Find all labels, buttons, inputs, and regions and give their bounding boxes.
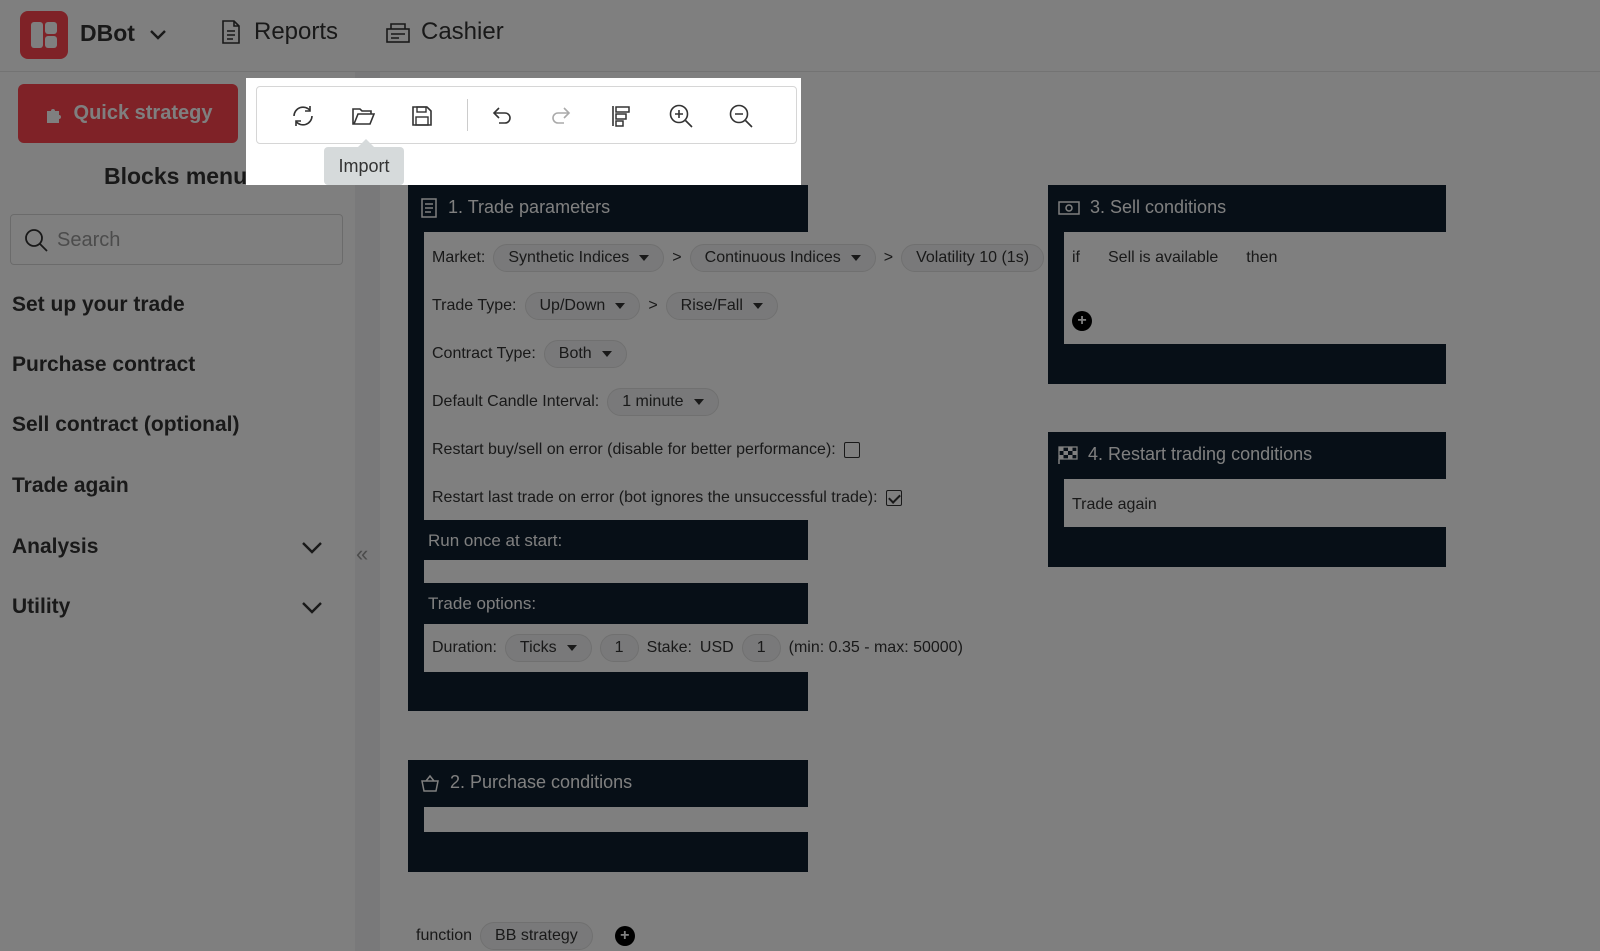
reset-icon[interactable] <box>288 101 318 131</box>
workspace-toolbar <box>256 86 797 144</box>
zoom-in-icon[interactable] <box>666 101 696 131</box>
import-tooltip: Import <box>324 139 404 185</box>
save-icon[interactable] <box>407 101 437 131</box>
sort-blocks-icon[interactable] <box>606 101 636 131</box>
zoom-out-icon[interactable] <box>726 101 756 131</box>
toolbar-divider <box>467 99 468 131</box>
import-icon[interactable] <box>348 101 378 131</box>
undo-icon[interactable] <box>486 101 516 131</box>
redo-icon[interactable] <box>547 101 577 131</box>
